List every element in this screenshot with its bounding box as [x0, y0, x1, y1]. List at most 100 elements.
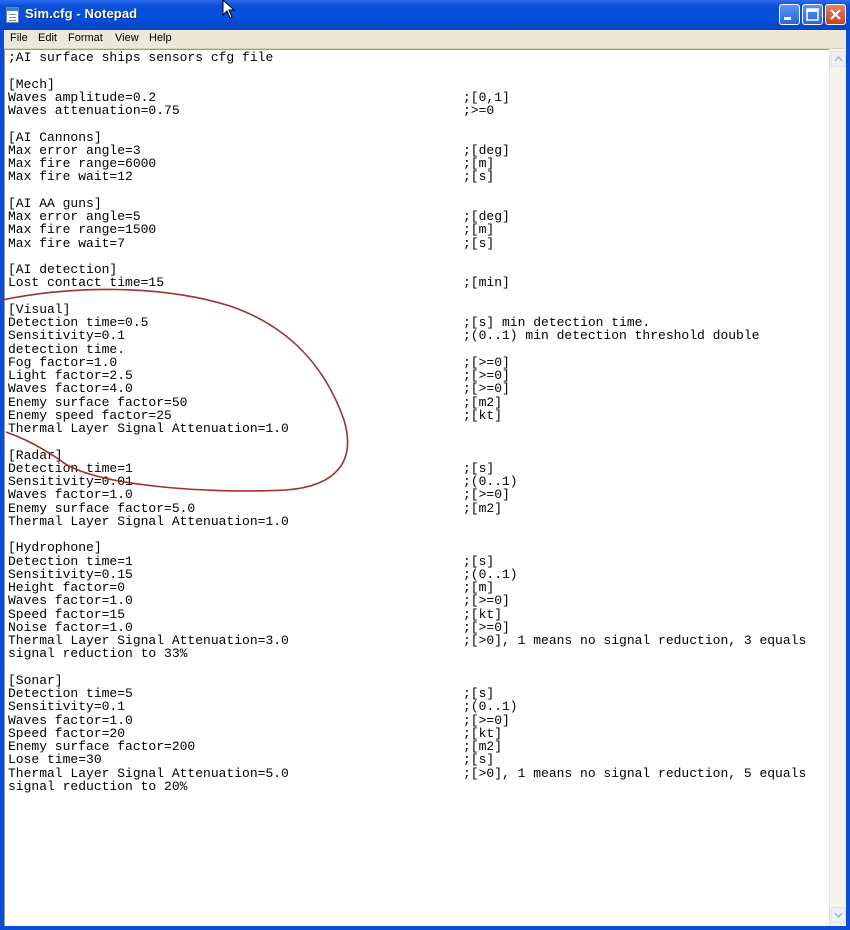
line-key: [AI detection]: [8, 262, 118, 277]
line-comment: ;[m]: [463, 156, 495, 171]
line-key: Thermal Layer Signal Attenuation=1.0: [8, 421, 289, 436]
line-key: Sensitivity=0.15: [8, 566, 133, 582]
line-comment: ;[>0], 1 means no signal reduction, 5 eq…: [463, 765, 807, 781]
menu-format[interactable]: Format: [68, 32, 103, 44]
notepad-icon: [6, 7, 19, 23]
title-bar[interactable]: Sim.cfg - Notepad: [0, 0, 850, 30]
line-key: Detection time=0.5: [8, 315, 149, 330]
line-comment: ;[deg]: [463, 142, 510, 158]
text-editor[interactable]: ;AI surface ships sensors cfg file [Mech]…: [4, 49, 829, 926]
line-comment: ;[s]: [463, 169, 495, 185]
line-key: Max fire wait=12: [8, 169, 133, 185]
menu-help[interactable]: Help: [149, 32, 172, 44]
line-comment: ;[>=0]: [463, 381, 510, 397]
line-comment: ;[m]: [463, 222, 495, 238]
line-comment: ;[deg]: [463, 209, 510, 224]
line-key: Detection time=1: [8, 553, 133, 569]
scroll-down-button[interactable]: [831, 907, 846, 923]
line-comment: ;[0,1]: [463, 89, 510, 105]
line-key: [Sonar]: [8, 672, 63, 688]
minimize-button[interactable]: [779, 4, 800, 25]
line-comment: ;[m]: [463, 580, 495, 595]
line-key: [AI Cannons]: [8, 129, 102, 145]
line-key: Sensitivity=0.1: [8, 328, 126, 344]
line-key: [Mech]: [8, 76, 55, 92]
line-comment: ;[>=0]: [463, 593, 510, 609]
line-key: Height factor=0: [8, 580, 126, 595]
line-comment: ;[>=0]: [463, 487, 510, 503]
line-key: [Visual]: [8, 301, 71, 317]
line-comment: ;>=0: [463, 103, 495, 118]
line-comment: ;[>0], 1 means no signal reduction, 3 eq…: [463, 633, 807, 648]
line-comment: ;[>=0]: [463, 619, 510, 635]
maximize-button[interactable]: [802, 4, 823, 25]
line-key: Fog factor=1.0: [8, 354, 118, 370]
line-comment: ;[kt]: [463, 407, 503, 423]
line-key: Max error angle=3: [8, 142, 141, 158]
line-key: Enemy surface factor=5.0: [8, 500, 196, 516]
line-comment: ;[s]: [463, 686, 495, 701]
line-comment: ;[m2]: [463, 739, 503, 754]
line-comment: ;(0..1): [463, 474, 518, 489]
line-comment: ;[s]: [463, 553, 495, 569]
scroll-down-icon: [834, 912, 843, 919]
line-key: Max fire wait=7: [8, 235, 126, 251]
line-key: Detection time=5: [8, 686, 133, 701]
line-comment: ;[min]: [463, 275, 510, 291]
line-key: Waves attenuation=0.75: [8, 103, 180, 118]
minimize-icon: [784, 17, 791, 20]
menu-edit[interactable]: Edit: [38, 32, 57, 44]
line-key: Sensitivity=0.1: [8, 699, 126, 715]
line-key: [Hydrophone]: [8, 540, 102, 556]
line-comment: ;[kt]: [463, 725, 503, 741]
scroll-up-icon: [834, 55, 843, 62]
menu-bar: File Edit Format View Help: [4, 30, 846, 49]
line-key: Light factor=2.5: [8, 368, 133, 383]
line-key: Max error angle=5: [8, 209, 141, 224]
line-comment: ;(0..1): [463, 699, 518, 715]
window-title: Sim.cfg - Notepad: [25, 6, 138, 21]
line-comment: ;(0..1) min detection threshold double: [463, 328, 760, 344]
line-comment: ;[m2]: [463, 394, 503, 410]
close-button[interactable]: [825, 4, 846, 25]
vertical-scrollbar[interactable]: [829, 49, 846, 926]
line-comment: ;[s]: [463, 235, 495, 251]
line-comment: ;[>=0]: [463, 368, 510, 383]
scroll-up-button[interactable]: [831, 51, 846, 67]
notepad-window: Sim.cfg - Notepad File Edit Format View …: [0, 0, 850, 930]
line-key: Enemy speed factor=25: [8, 407, 172, 423]
line-key: Max fire range=6000: [8, 156, 157, 171]
maximize-icon: [806, 8, 819, 21]
line-key: Waves factor=1.0: [8, 593, 133, 609]
menu-view[interactable]: View: [115, 32, 139, 44]
line-comment: ;[kt]: [463, 606, 503, 622]
menu-file[interactable]: File: [10, 32, 28, 44]
line-comment: ;[s] min detection time.: [463, 315, 651, 330]
line-key: [Radar]: [8, 447, 63, 463]
mouse-cursor-icon: [222, 0, 236, 19]
line-comment: ;[>=0]: [463, 712, 510, 728]
line-comment: ;(0..1): [463, 566, 518, 582]
line-key: Detection time=1: [8, 460, 133, 476]
line-key: Sensitivity=0.01: [8, 474, 133, 489]
line-key: detection time.: [8, 341, 126, 357]
line-key: Waves amplitude=0.2: [8, 89, 157, 105]
line-key: Lost contact time=15: [8, 275, 165, 291]
line-key: Speed factor=15: [8, 606, 126, 622]
line-key: signal reduction to 33%: [8, 646, 188, 662]
line-key: Waves factor=4.0: [8, 381, 133, 397]
line-key: ;AI surface ships sensors cfg file: [8, 50, 274, 65]
line-key: Lose time=30: [8, 752, 102, 768]
line-comment: ;[m2]: [463, 500, 503, 516]
line-key: Enemy surface factor=50: [8, 394, 188, 410]
line-key: Waves factor=1.0: [8, 712, 133, 728]
line-comment: ;[s]: [463, 460, 495, 476]
line-comment: ;[>=0]: [463, 354, 510, 370]
line-key: signal reduction to 20%: [8, 778, 188, 794]
line-key: [AI AA guns]: [8, 195, 102, 211]
line-key: Thermal Layer Signal Attenuation=1.0: [8, 513, 289, 529]
line-comment: ;[s]: [463, 752, 495, 768]
close-icon: [830, 9, 841, 20]
line-key: Enemy surface factor=200: [8, 739, 196, 754]
line-key: Thermal Layer Signal Attenuation=3.0: [8, 633, 289, 648]
